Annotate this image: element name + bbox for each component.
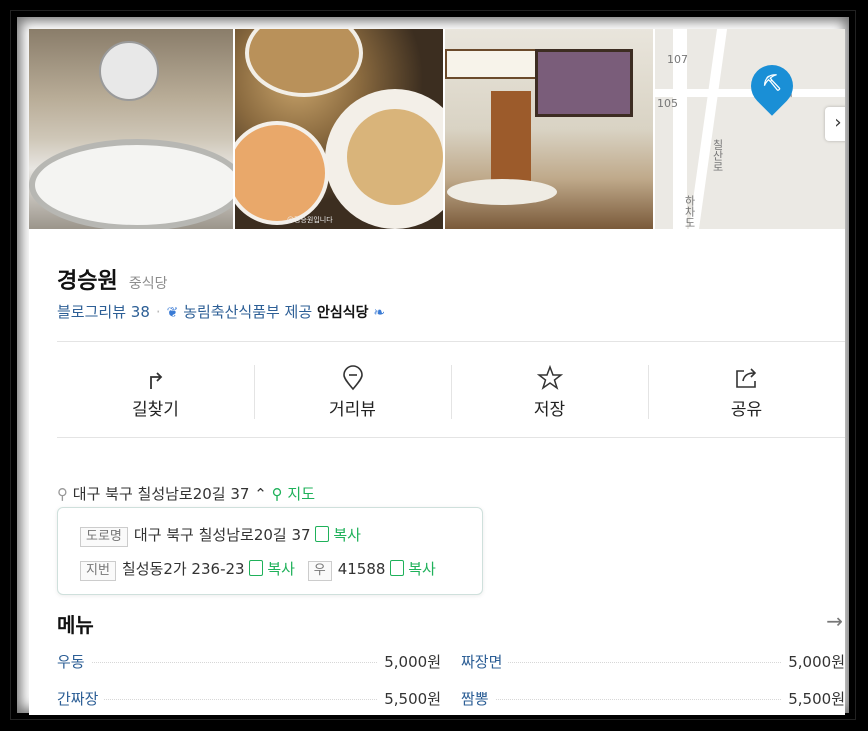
divider <box>57 437 845 438</box>
fan-shape <box>99 41 159 101</box>
soup-bowl-shape <box>235 121 329 225</box>
directions-label: 길찾기 <box>132 400 179 420</box>
place-category: 중식당 <box>128 276 168 292</box>
road-address-value: 대구 북구 칠성남로20길 37 <box>133 526 311 544</box>
copy-road-address-button[interactable]: 복사 <box>315 526 361 544</box>
blog-review-label: 블로그리뷰 <box>57 303 127 321</box>
arrow-right-icon[interactable]: → <box>826 609 843 633</box>
location-pin-outline-icon: ⚲ <box>57 485 68 503</box>
address-row: ⚲ 대구 북구 칠성남로20길 37 ⌃ ⚲ 지도 <box>57 483 315 504</box>
share-label: 공유 <box>730 400 763 420</box>
menu-item[interactable]: 간짜장 5,500원 <box>57 688 441 715</box>
restaurant-icon: ⛏ <box>761 73 783 92</box>
share-icon <box>735 368 756 388</box>
certifier-text: 농림축산식품부 제공 <box>183 303 313 321</box>
copy-icon <box>249 560 264 576</box>
map-label: 105 <box>657 97 678 110</box>
door-shape <box>491 91 531 183</box>
menu-item-name: 짜장면 <box>461 651 509 672</box>
road-address-tag: 도로명 <box>80 527 128 547</box>
photo-kitchen[interactable] <box>29 29 233 229</box>
menu-item-price: 5,500원 <box>782 688 845 709</box>
menu-item-price: 5,000원 <box>782 651 845 672</box>
star-icon <box>536 365 563 390</box>
menu-item-name: 짬뽕 <box>461 688 495 709</box>
photo-watermark: @경승원입니다 <box>287 216 333 224</box>
save-label: 저장 <box>533 400 566 420</box>
copy-icon <box>315 526 330 542</box>
map-label: 칠산로 <box>711 139 724 172</box>
screenshot-frame: @경승원입니다 107 105 칠산로 하차도 대 ⛏ › <box>10 10 856 720</box>
next-photo-button[interactable]: › <box>825 107 845 141</box>
menu-item-price: 5,500원 <box>378 688 441 709</box>
certification-badge: 안심식당 <box>316 305 369 321</box>
map-thumbnail[interactable]: 107 105 칠산로 하차도 대 ⛏ › <box>655 29 845 229</box>
place-name: 경승원 <box>57 269 118 294</box>
lot-address-value: 칠성동2가 236-23 <box>121 560 245 578</box>
directions-icon <box>149 372 162 389</box>
lot-address-row: 지번 칠성동2가 236-23 복사 우 41588 복사 <box>80 558 436 581</box>
map-label: 하차도 <box>683 195 696 228</box>
streetview-label: 거리뷰 <box>329 400 376 420</box>
zip-tag: 우 <box>307 561 332 581</box>
menu-title: 메뉴 <box>57 613 94 637</box>
menu-item[interactable]: 짬뽕 5,500원 <box>461 688 845 715</box>
menu-item-name: 우동 <box>57 651 91 672</box>
copy-lot-address-button[interactable]: 복사 <box>249 560 295 578</box>
rice-bowl <box>29 139 233 229</box>
map-road-horizontal <box>655 89 845 97</box>
stirfry-plate-shape <box>245 29 363 97</box>
blog-review-link[interactable]: 블로그리뷰 38 <box>57 303 150 321</box>
laurel-left-icon: ❦ <box>166 305 179 321</box>
table-shape <box>447 179 557 205</box>
map-link[interactable]: 지도 <box>287 485 315 503</box>
chevron-up-icon[interactable]: ⌃ <box>254 485 267 503</box>
streetview-icon <box>342 365 363 391</box>
separator-dot: · <box>155 303 161 321</box>
copy-icon <box>390 560 405 576</box>
copy-zip-button[interactable]: 복사 <box>390 560 436 578</box>
wall-painting <box>535 49 633 117</box>
photo-strip[interactable]: @경승원입니다 107 105 칠산로 하차도 대 ⛏ › <box>29 29 845 229</box>
menu-item[interactable]: 우동 5,000원 <box>57 651 441 681</box>
place-card: @경승원입니다 107 105 칠산로 하차도 대 ⛏ › <box>29 29 845 715</box>
laurel-right-icon: ❧ <box>373 305 385 321</box>
menu-item-price: 5,000원 <box>378 651 441 672</box>
photo-interior[interactable] <box>445 29 653 229</box>
blog-review-count: 38 <box>130 303 150 321</box>
map-pin-green-icon: ⚲ <box>271 485 283 503</box>
address-main: 대구 북구 칠성남로20길 37 <box>72 485 250 503</box>
divider <box>57 341 845 342</box>
zip-value: 41588 <box>337 560 386 578</box>
wall-sign <box>445 49 537 79</box>
share-button[interactable]: 공유 <box>648 355 845 435</box>
streetview-button[interactable]: 거리뷰 <box>254 355 451 435</box>
road-address-row: 도로명 대구 북구 칠성남로20길 37 복사 <box>80 524 361 547</box>
save-button[interactable]: 저장 <box>451 355 648 435</box>
title-row: 경승원 중식당 <box>57 263 167 295</box>
copy-label: 복사 <box>333 526 361 544</box>
menu-item-name: 간짜장 <box>57 688 105 709</box>
lot-address-tag: 지번 <box>80 561 116 581</box>
address-detail-popup: 도로명 대구 북구 칠성남로20길 37 복사 지번 칠성동2가 236-23 복사… <box>57 507 483 595</box>
copy-label: 복사 <box>267 560 295 578</box>
action-bar: 길찾기 거리뷰 저장 공유 <box>57 355 845 435</box>
photo-food[interactable]: @경승원입니다 <box>235 29 443 229</box>
map-label: 107 <box>667 53 688 66</box>
directions-button[interactable]: 길찾기 <box>57 355 254 435</box>
meta-row: 블로그리뷰 38 · ❦ 농림축산식품부 제공 안심식당 ❧ <box>57 301 385 322</box>
fried-food-shape <box>347 109 443 205</box>
copy-label: 복사 <box>408 560 436 578</box>
menu-item[interactable]: 짜장면 5,000원 <box>461 651 845 681</box>
